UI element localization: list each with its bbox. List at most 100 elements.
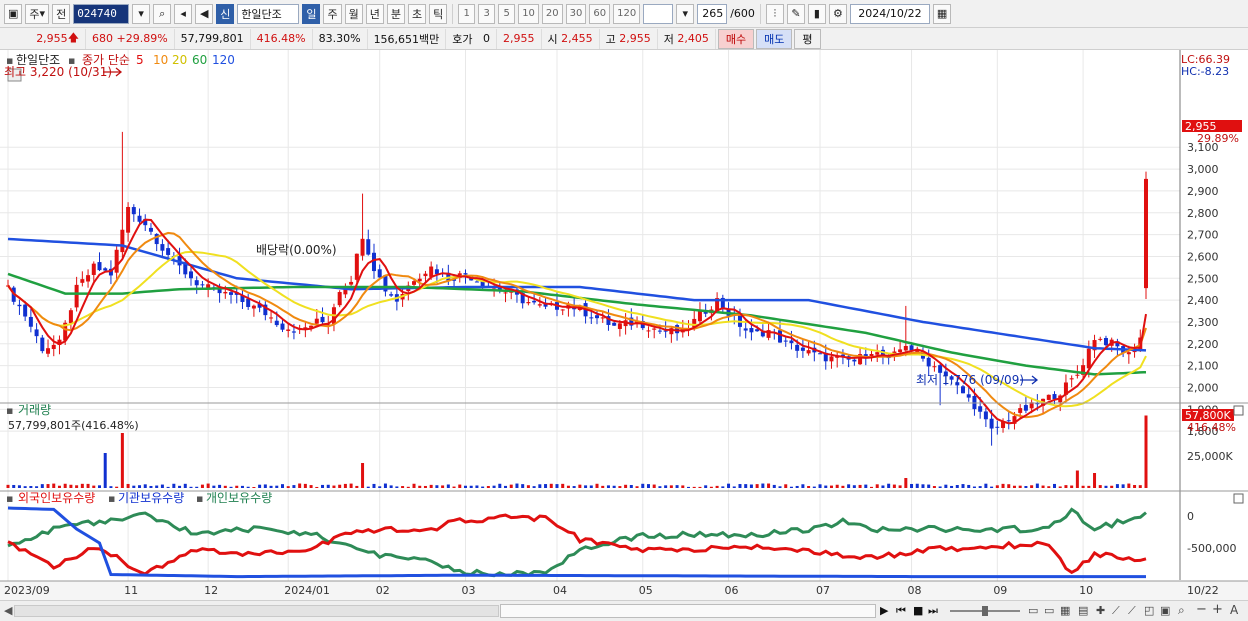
search-icon[interactable]: ⌕ (153, 3, 172, 24)
buy-button[interactable]: 매수 (717, 28, 755, 49)
candle-body (434, 269, 439, 275)
volume-bar (898, 485, 902, 488)
volume-bar (6, 484, 10, 488)
interval-button-3[interactable]: 3 (478, 3, 496, 24)
code-dropdown-icon[interactable]: ▾ (132, 3, 151, 24)
candle-body (280, 323, 285, 330)
volume-bar (160, 484, 164, 488)
fast-forward-icon[interactable]: ⏭ (928, 604, 938, 618)
interval-button-20[interactable]: 20 (541, 3, 563, 24)
interval-button-1[interactable]: 1 (458, 3, 476, 24)
interval-button-10[interactable]: 10 (518, 3, 539, 24)
zoom-out-icon[interactable]: − (1196, 602, 1207, 617)
volume-bar (69, 484, 73, 488)
volume-bar (138, 485, 142, 488)
scroll-left-icon[interactable]: ◀ (4, 604, 12, 617)
candle-body (28, 316, 33, 327)
layout-icon[interactable]: ▭ (1028, 604, 1038, 617)
candle-body (371, 252, 376, 272)
calendar-icon[interactable]: ▦ (932, 3, 952, 24)
capture-icon[interactable]: ◰ (1144, 604, 1154, 617)
volume-bar (624, 484, 628, 488)
volume-bar (338, 484, 342, 488)
change-cell: 680 +29.89% (86, 28, 175, 49)
volume-bar (818, 484, 822, 488)
drawing-tool-icon[interactable]: ✎ (786, 3, 805, 24)
speaker-icon[interactable]: ◂ (174, 3, 193, 24)
volume-bar (97, 485, 101, 488)
zoom-in-icon[interactable]: + (1212, 602, 1223, 617)
crosshair-icon[interactable]: ✚ (1096, 604, 1105, 617)
volume-bar (841, 485, 845, 488)
candle-body (188, 271, 193, 279)
tab-period-minute[interactable]: 분 (386, 3, 405, 24)
prev-stock-icon[interactable]: ◀ (195, 3, 214, 24)
volume-bar (183, 483, 187, 488)
indicator-icon[interactable]: ▮ (807, 3, 826, 24)
candle-body (137, 215, 142, 222)
stop-icon[interactable]: ■ (913, 604, 923, 617)
layout-grid-icon[interactable]: ▦ (1060, 604, 1070, 617)
stock-code-input[interactable]: 024740 (73, 3, 130, 24)
scroll-right-icon[interactable]: ▶ (880, 604, 888, 617)
close-icon[interactable] (1233, 405, 1244, 416)
tab-period-second[interactable]: 초 (407, 3, 427, 24)
trendline-icon[interactable]: ⟋ (1112, 604, 1120, 618)
volume-bar (904, 478, 908, 488)
grid-icon[interactable]: ▤ (1078, 604, 1088, 617)
date-input[interactable]: 2024/10/22 (849, 3, 930, 24)
volume-bar (681, 485, 685, 488)
interval-button-5[interactable]: 5 (498, 3, 516, 24)
volume-bar (984, 483, 988, 488)
prev-button[interactable]: 전 (52, 3, 71, 24)
candle-body (68, 310, 73, 324)
interval-button-30[interactable]: 30 (565, 3, 587, 24)
chart-menu-icon[interactable]: ▣ (4, 3, 23, 24)
candle-type-icon[interactable]: ⫶ (765, 3, 784, 24)
tab-period-week[interactable]: 주 (323, 3, 342, 24)
candle-body (1098, 338, 1103, 340)
volume-bar (778, 486, 782, 488)
layout-split-icon[interactable]: ▭ (1044, 604, 1054, 617)
zoom-icon[interactable]: ⌕ (1178, 603, 1185, 618)
rewind-icon[interactable]: ⏮ (896, 604, 906, 618)
auto-scale-icon[interactable]: A (1230, 603, 1238, 617)
custom-interval-input[interactable] (643, 3, 674, 24)
ruler-icon[interactable]: ⟋ (1128, 604, 1136, 618)
volume-bar (544, 484, 548, 488)
count-input[interactable]: 265 (697, 3, 728, 24)
settings-icon[interactable]: ⚙ (828, 3, 847, 24)
close-icon[interactable] (1233, 493, 1244, 504)
interval-dropdown-icon[interactable]: ▾ (676, 3, 695, 24)
high-label: 고 (605, 32, 616, 46)
volume-bar (669, 485, 673, 488)
hoga-value: 0 (483, 32, 491, 45)
print-icon[interactable]: ▣ (1160, 604, 1170, 617)
zoom-slider-handle[interactable] (982, 606, 988, 616)
volume-bar (789, 486, 793, 488)
volume-bar (646, 484, 650, 488)
candle-body (40, 337, 45, 352)
candle-body (697, 311, 702, 322)
volume-bar (92, 485, 96, 488)
candle-body (783, 340, 788, 342)
evaluate-button[interactable]: 평 (794, 28, 821, 49)
tab-period-month[interactable]: 월 (344, 3, 363, 24)
stock-chart[interactable]: ▪ 한일단조 ▪ 종가 단순 5 10 20 60 120 최고 3,220 (… (0, 50, 1248, 600)
interval-button-120[interactable]: 120 (613, 3, 641, 24)
interval-button-60[interactable]: 60 (589, 3, 611, 24)
candle-body (103, 268, 108, 271)
stock-name-field[interactable]: 한일단조 (237, 3, 300, 24)
scroll-thumb[interactable] (500, 604, 876, 618)
tab-period-tick[interactable]: 틱 (429, 3, 448, 24)
volume-bar (492, 485, 496, 488)
candle-body (194, 280, 199, 286)
tab-period-day[interactable]: 일 (302, 3, 321, 24)
scroll-track[interactable] (14, 605, 499, 617)
volume-bar (401, 486, 405, 488)
period-select[interactable]: 주 ▾ (25, 3, 50, 24)
tab-period-year[interactable]: 년 (365, 3, 384, 24)
volume-bar (1087, 485, 1091, 488)
volume-bar (944, 484, 948, 488)
sell-button[interactable]: 매도 (756, 28, 793, 49)
